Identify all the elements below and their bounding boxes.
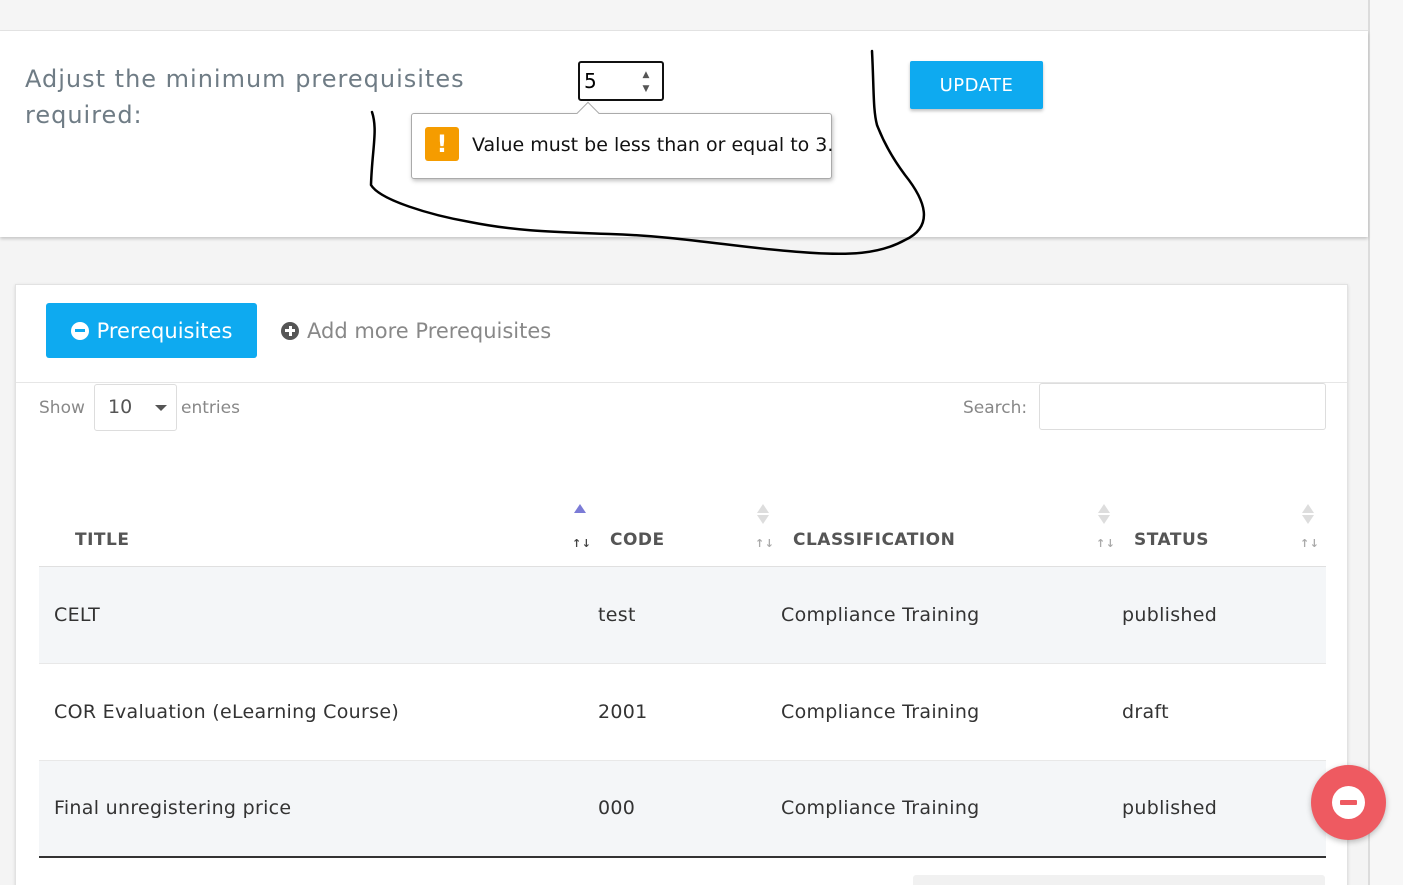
entries-per-page-value: 10 — [108, 396, 133, 418]
column-header-label: TITLE — [75, 529, 130, 550]
cell-title: COR Evaluation (eLearning Course) — [39, 663, 598, 761]
table-row[interactable]: Final unregistering price 000 Compliance… — [39, 760, 1326, 858]
cell-code: test — [598, 566, 781, 664]
number-spinner[interactable]: ▲ ▼ — [636, 68, 656, 96]
page-scrollbar[interactable] — [1368, 0, 1403, 885]
spinner-up-icon[interactable]: ▲ — [636, 68, 656, 82]
remove-floating-button[interactable] — [1311, 765, 1386, 840]
table-row[interactable]: COR Evaluation (eLearning Course) 2001 C… — [39, 663, 1326, 761]
prerequisites-table: TITLE ↑↓ CODE ↑↓ CLASSIFICATION ↑↓ STATU… — [39, 485, 1326, 858]
sort-icon[interactable]: ↑↓ — [755, 503, 774, 550]
warning-exclamation-icon: ! — [425, 127, 459, 161]
search-label: Search: — [963, 398, 1028, 418]
column-header-code[interactable]: CODE ↑↓ — [598, 485, 781, 567]
prerequisites-tabs: Prerequisites Add more Prerequisites — [16, 285, 1347, 383]
minimum-prerequisites-value[interactable] — [584, 67, 634, 95]
show-label: Show — [39, 398, 85, 418]
column-header-label: STATUS — [1134, 529, 1210, 550]
tab-prerequisites[interactable]: Prerequisites — [46, 303, 257, 358]
table-header-row: TITLE ↑↓ CODE ↑↓ CLASSIFICATION ↑↓ STATU… — [39, 485, 1326, 567]
column-header-classification[interactable]: CLASSIFICATION ↑↓ — [781, 485, 1122, 567]
search-input[interactable] — [1039, 383, 1326, 430]
column-header-label: CLASSIFICATION — [793, 529, 956, 550]
tab-add-more-label: Add more Prerequisites — [307, 318, 552, 343]
cell-status: draft — [1122, 663, 1326, 761]
plus-circle-icon — [281, 321, 299, 340]
minus-circle-icon — [1332, 786, 1365, 819]
minus-circle-icon — [70, 321, 89, 340]
chevron-down-icon — [155, 405, 167, 411]
cell-classification: Compliance Training — [781, 566, 1122, 664]
update-button[interactable]: UPDATE — [910, 61, 1043, 109]
validation-tooltip: ! Value must be less than or equal to 3. — [411, 101, 834, 179]
entries-label: entries — [181, 398, 240, 418]
cell-title: CELT — [39, 566, 598, 664]
cell-code: 000 — [598, 760, 781, 858]
sort-icon[interactable]: ↑↓ — [1300, 503, 1319, 550]
column-header-label: CODE — [610, 529, 665, 550]
cell-classification: Compliance Training — [781, 663, 1122, 761]
sort-ascending-icon[interactable]: ↑↓ — [572, 503, 591, 550]
cell-code: 2001 — [598, 663, 781, 761]
prerequisites-card: Prerequisites Add more Prerequisites Sho… — [15, 284, 1348, 885]
tab-add-more-prerequisites[interactable]: Add more Prerequisites — [281, 303, 551, 358]
tab-prerequisites-label: Prerequisites — [96, 318, 233, 343]
cell-status: published — [1122, 566, 1326, 664]
minimum-prerequisites-input[interactable]: ▲ ▼ — [578, 61, 664, 101]
validation-message: Value must be less than or equal to 3. — [472, 134, 834, 156]
table-row[interactable]: CELT test Compliance Training published — [39, 566, 1326, 664]
cell-classification: Compliance Training — [781, 760, 1122, 858]
column-header-status[interactable]: STATUS ↑↓ — [1122, 485, 1326, 567]
cell-status: published — [1122, 760, 1326, 858]
column-header-title[interactable]: TITLE ↑↓ — [39, 485, 598, 567]
entries-per-page-select[interactable]: 10 — [94, 384, 177, 431]
top-bar — [0, 0, 1368, 31]
pagination-area — [913, 875, 1325, 885]
sort-icon[interactable]: ↑↓ — [1096, 503, 1115, 550]
spinner-down-icon[interactable]: ▼ — [636, 82, 656, 96]
cell-title: Final unregistering price — [39, 760, 598, 858]
